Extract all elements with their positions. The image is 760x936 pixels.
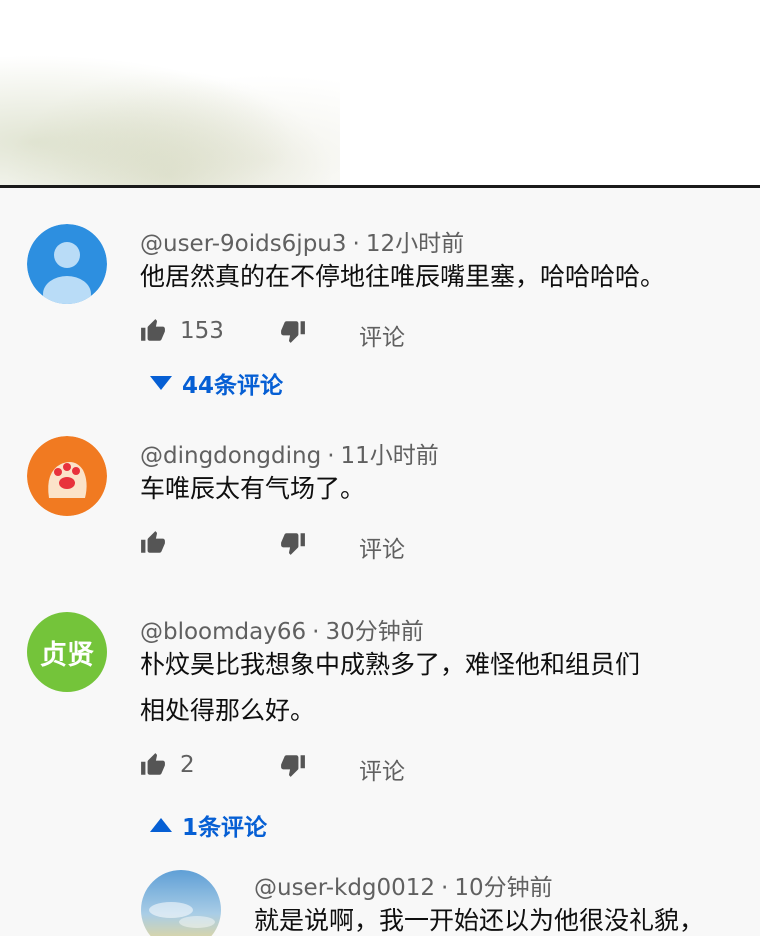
comment-text-line-2: 相处得那么好。 xyxy=(140,696,316,725)
sky-photo-avatar xyxy=(141,870,221,936)
reply-button[interactable]: 评论 xyxy=(359,530,405,564)
thumbs-down-icon xyxy=(281,533,305,555)
dislike-button[interactable] xyxy=(280,530,306,556)
avatar[interactable] xyxy=(141,870,221,936)
replies-count-label: 44条评论 xyxy=(182,373,284,399)
avatar[interactable] xyxy=(27,436,107,516)
thumbs-up-icon xyxy=(141,319,165,341)
thumbs-up-icon xyxy=(141,753,165,775)
hide-replies-button[interactable]: 1条评论 xyxy=(150,808,267,842)
comment-actions: 2 评论 xyxy=(140,752,440,785)
like-count: 153 xyxy=(180,318,224,344)
comment-text-line-1: 朴炆昊比我想象中成熟多了，难怪他和组员们 xyxy=(140,650,641,679)
comment-meta: @dingdongding · 11小时前 xyxy=(140,436,439,470)
user-silhouette-icon xyxy=(27,224,107,304)
comment-meta: @user-9oids6jpu3 · 12小时前 xyxy=(140,224,464,258)
avatar[interactable]: 贞贤 xyxy=(27,612,107,692)
dislike-button[interactable] xyxy=(280,752,306,778)
thumbs-down-icon xyxy=(281,755,305,777)
reply-button[interactable]: 评论 xyxy=(359,752,405,786)
comment-meta: @user-kdg0012 · 10分钟前 xyxy=(254,868,553,902)
comment-text: 车唯辰太有气场了。 xyxy=(140,474,366,503)
reply-button[interactable]: 评论 xyxy=(359,318,405,352)
like-button[interactable]: 153 xyxy=(140,318,224,344)
like-count: 2 xyxy=(180,752,195,778)
replies-count-label: 1条评论 xyxy=(182,815,268,841)
avatar[interactable] xyxy=(27,224,107,304)
comment-text: 他居然真的在不停地往唯辰嘴里塞，哈哈哈哈。 xyxy=(140,262,666,291)
like-button[interactable]: 2 xyxy=(140,752,195,778)
cat-paw-icon xyxy=(27,436,107,516)
avatar-initials: 贞贤 xyxy=(40,639,94,671)
thumbs-down-icon xyxy=(281,321,305,343)
comment-actions: 评论 xyxy=(140,530,440,563)
dislike-button[interactable] xyxy=(280,318,306,344)
view-replies-button[interactable]: 44条评论 xyxy=(150,366,283,400)
caret-down-icon xyxy=(150,376,172,390)
decorative-texture xyxy=(0,40,340,186)
caret-up-icon xyxy=(150,818,172,832)
comments-panel: @user-9oids6jpu3 · 12小时前 他居然真的在不停地往唯辰嘴里塞，哈… xyxy=(0,188,760,936)
comment-actions: 153 评论 xyxy=(140,318,440,351)
like-button[interactable] xyxy=(140,530,166,556)
top-image-band xyxy=(0,0,760,186)
comment-text: 就是说啊，我一开始还以为他很没礼貌， xyxy=(254,906,705,935)
comment-meta: @bloomday66 · 30分钟前 xyxy=(140,612,424,646)
thumbs-up-icon xyxy=(141,531,165,553)
